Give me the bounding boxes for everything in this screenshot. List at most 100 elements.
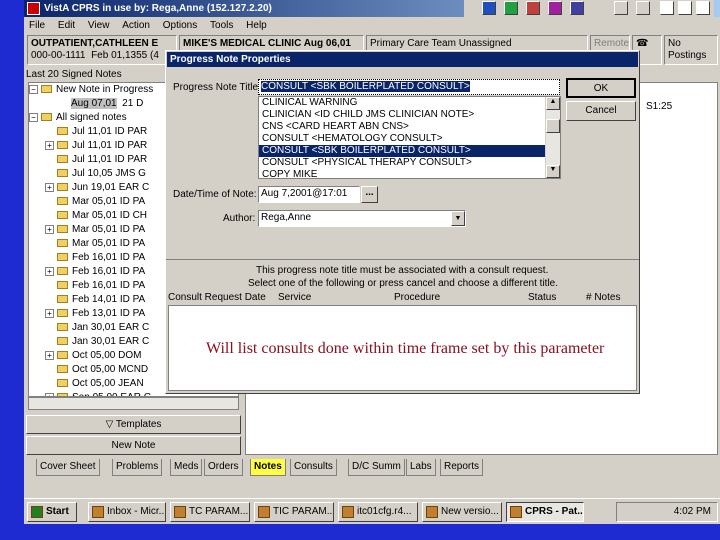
- note-icon: [57, 211, 68, 220]
- note-label: Feb 13,01 ID PA: [72, 308, 146, 319]
- tab-notes[interactable]: Notes: [250, 459, 286, 476]
- note-icon: [57, 337, 68, 346]
- scroll-thumb[interactable]: [546, 119, 560, 133]
- note-label: Jul 11,01 ID PAR: [72, 154, 148, 165]
- consult-message-2: Select one of the following or press can…: [248, 278, 559, 289]
- note-label: Mar 05,01 ID CH: [72, 210, 148, 221]
- patient-button[interactable]: OUTPATIENT,CATHLEEN E 000-00-1111 Feb 01…: [27, 35, 177, 65]
- menu-bar: File Edit View Action Options Tools Help: [24, 17, 720, 34]
- tab-reports[interactable]: Reports: [440, 459, 484, 476]
- menu-action[interactable]: Action: [122, 20, 150, 31]
- consult-request-list[interactable]: Will list consults done within time fram…: [168, 305, 637, 391]
- note-label: Mar 05,01 ID PA: [72, 238, 146, 249]
- date-picker-button[interactable]: ...: [361, 186, 378, 203]
- tab-labs[interactable]: Labs: [406, 459, 436, 476]
- search-icon[interactable]: [636, 1, 650, 15]
- date-time-input[interactable]: Aug 7,2001@17:01: [258, 186, 360, 203]
- dialog-title: Progress Note Properties: [167, 52, 638, 67]
- maximize-icon[interactable]: □: [678, 1, 692, 15]
- desktop: { "window":{"title":"VistA CPRS in use b…: [0, 0, 720, 540]
- expand-icon[interactable]: +: [45, 182, 54, 192]
- tab-meds[interactable]: Meds: [170, 459, 203, 476]
- tab-problems[interactable]: Problems: [112, 459, 163, 476]
- note-icon: [57, 267, 68, 276]
- menu-help[interactable]: Help: [246, 20, 267, 31]
- menu-view[interactable]: View: [88, 20, 110, 31]
- tab-cover-sheet[interactable]: Cover Sheet: [36, 459, 100, 476]
- outlook-icon[interactable]: [570, 1, 584, 15]
- clock[interactable]: 4:02 PM: [674, 506, 711, 517]
- excel-icon[interactable]: [504, 1, 518, 15]
- scroll-up-icon[interactable]: ▲: [546, 97, 560, 110]
- app-icon: [27, 2, 40, 15]
- menu-options[interactable]: Options: [163, 20, 197, 31]
- expand-icon[interactable]: +: [45, 266, 54, 276]
- note-icon: [57, 253, 68, 262]
- ok-button[interactable]: OK: [566, 78, 636, 98]
- note-title-option[interactable]: CLINICAL WARNING: [259, 97, 560, 109]
- patient-name: OUTPATIENT,CATHLEEN E: [31, 38, 159, 49]
- scroll-down-icon[interactable]: ▼: [546, 165, 560, 178]
- title-label: Progress Note Title:: [173, 82, 261, 93]
- note-title-option[interactable]: CLINICIAN <ID CHILD JMS CLINICIAN NOTE>: [259, 109, 560, 121]
- tab-consults[interactable]: Consults: [290, 459, 337, 476]
- access-icon[interactable]: [548, 1, 562, 15]
- col-service[interactable]: Service: [278, 292, 311, 303]
- expand-icon[interactable]: +: [45, 224, 54, 234]
- new-note-button[interactable]: New Note: [26, 436, 241, 455]
- task-inbox[interactable]: Inbox - Micr...: [88, 502, 166, 522]
- col-note-count[interactable]: # Notes: [586, 292, 620, 303]
- expand-icon[interactable]: +: [45, 308, 54, 318]
- task-tc-param-1[interactable]: TC PARAM...: [170, 502, 250, 522]
- start-button[interactable]: Start: [27, 502, 77, 522]
- note-icon: [57, 169, 68, 178]
- ftp-icon[interactable]: [614, 1, 628, 15]
- list-scrollbar[interactable]: ▲ ▼: [545, 97, 560, 178]
- note-label: Jul 11,01 ID PAR: [72, 126, 148, 137]
- templates-button[interactable]: ▽ Templates: [26, 415, 241, 434]
- consult-list-header: Consult Request Date Service Procedure S…: [168, 292, 637, 304]
- expand-icon[interactable]: +: [45, 140, 54, 150]
- tree-hscrollbar[interactable]: [28, 397, 239, 410]
- note-title-option[interactable]: CONSULT <HEMATOLOGY CONSULT>: [259, 133, 560, 145]
- minimize-icon[interactable]: _: [660, 1, 674, 15]
- postings-button[interactable]: No Postings: [664, 35, 718, 65]
- note-label: Mar 05,01 ID PA: [72, 224, 146, 235]
- note-title-option[interactable]: CONSULT <PHYSICAL THERAPY CONSULT>: [259, 157, 560, 169]
- note-title-option[interactable]: COPY MIKE: [259, 169, 560, 178]
- chart-tabs: Cover Sheet Problems Meds Orders Notes Consul…: [24, 459, 720, 476]
- note-icon: [57, 155, 68, 164]
- note-icon: [57, 197, 68, 206]
- note-title-input[interactable]: CONSULT <SBK BOILERPLATED CONSULT>: [258, 79, 560, 95]
- menu-tools[interactable]: Tools: [210, 20, 233, 31]
- tab-orders[interactable]: Orders: [204, 459, 243, 476]
- tab-d-c-summ[interactable]: D/C Summ: [348, 459, 405, 476]
- powerpoint-icon[interactable]: [526, 1, 540, 15]
- word-icon[interactable]: [482, 1, 496, 15]
- cancel-button[interactable]: Cancel: [566, 101, 636, 121]
- date-label: Date/Time of Note:: [173, 189, 257, 200]
- author-dropdown-icon[interactable]: ▼: [451, 211, 465, 226]
- note-title-option[interactable]: CONSULT <SBK BOILERPLATED CONSULT>: [259, 145, 560, 157]
- note-label: Jul 11,01 ID PAR: [72, 140, 148, 151]
- author-select[interactable]: Rega,Anne ▼: [258, 210, 466, 227]
- close-icon[interactable]: ×: [696, 1, 710, 15]
- dialog-separator: [166, 259, 639, 260]
- task-itc01cfg[interactable]: itc01cfg.r4...: [338, 502, 418, 522]
- note-label: Mar 05,01 ID PA: [72, 196, 146, 207]
- task-cprs[interactable]: CPRS - Pat...: [506, 502, 584, 522]
- note-title-list[interactable]: CLINICAL WARNING CLINICIAN <ID CHILD JMS …: [258, 96, 561, 179]
- task-new-version[interactable]: New versio...: [422, 502, 502, 522]
- note-icon: [57, 281, 68, 290]
- system-tray: 4:02 PM: [616, 502, 718, 522]
- note-label: Oct 05,00 DOM: [72, 350, 142, 361]
- expand-icon[interactable]: +: [45, 350, 54, 360]
- col-request-date[interactable]: Consult Request Date: [168, 292, 266, 303]
- menu-edit[interactable]: Edit: [58, 20, 75, 31]
- col-status[interactable]: Status: [528, 292, 556, 303]
- col-procedure[interactable]: Procedure: [394, 292, 440, 303]
- progress-note-properties-dialog: Progress Note Properties Progress Note T…: [165, 50, 640, 394]
- note-title-option[interactable]: CNS <CARD HEART ABN CNS>: [259, 121, 560, 133]
- task-tc-param-2[interactable]: TIC PARAM...: [254, 502, 334, 522]
- menu-file[interactable]: File: [29, 20, 45, 31]
